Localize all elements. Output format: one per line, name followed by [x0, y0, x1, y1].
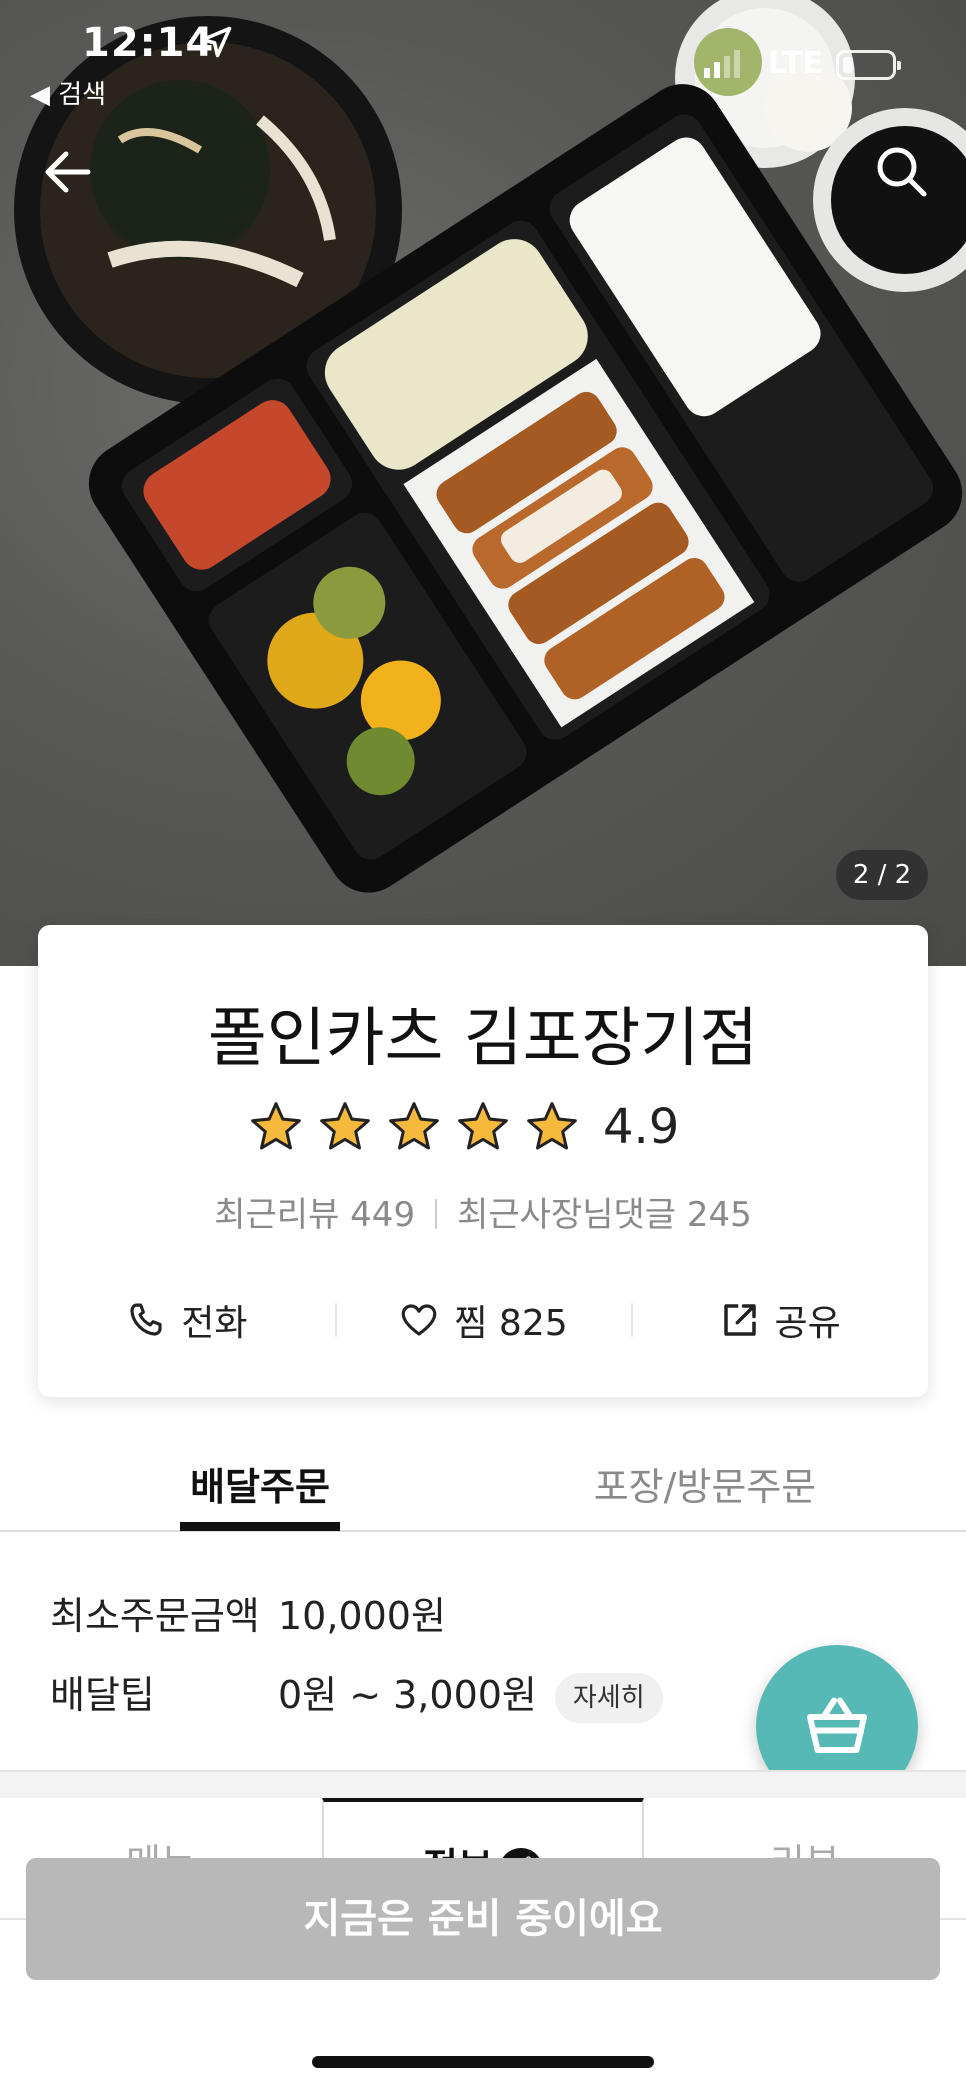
location-arrow-icon [200, 26, 232, 58]
review-meta: 최근리뷰 449 최근사장님댓글 245 [38, 1187, 928, 1236]
call-label: 전화 [181, 1303, 248, 1344]
favorite-button[interactable]: 찜 825 [334, 1285, 632, 1355]
min-order-label: 최소주문금액 [50, 1594, 260, 1638]
store-photo[interactable]: 12:14 ◀ 검색 LTE 2 / 2 [0, 0, 966, 966]
star-icon [458, 1102, 508, 1150]
preparing-status-button[interactable]: 지금은 준비 중이에요 [26, 1858, 940, 1980]
status-bar: 12:14 ◀ 검색 LTE [0, 0, 966, 110]
delivery-tip-row: 배달팁 0원 ~ 3,000원 자세히 [50, 1664, 663, 1723]
share-label: 공유 [774, 1303, 841, 1344]
rating: 4.9 [248, 1097, 679, 1157]
delivery-tip-value: 0원 ~ 3,000원 [278, 1673, 537, 1717]
min-order-row: 최소주문금액 10,000원 [50, 1585, 446, 1640]
status-back-to-search[interactable]: ◀ 검색 [30, 74, 106, 111]
order-type-tabs: 배달주문 포장/방문주문 [0, 1440, 966, 1532]
active-tab-indicator [180, 1522, 340, 1531]
phone-icon [130, 1303, 162, 1336]
star-icon [527, 1102, 577, 1150]
star-icon [320, 1102, 370, 1150]
network-type: LTE [768, 46, 824, 81]
battery-icon [836, 50, 901, 80]
store-actions: 전화 찜 825 공유 [38, 1285, 928, 1355]
owner-replies-link[interactable]: 최근사장님댓글 245 [457, 1195, 752, 1235]
photo-counter: 2 / 2 [836, 850, 928, 900]
basket-icon [807, 1697, 867, 1753]
favorite-label: 찜 825 [454, 1303, 568, 1344]
back-arrow-icon[interactable] [36, 140, 100, 204]
meta-divider [435, 1198, 438, 1229]
home-indicator[interactable] [312, 2056, 654, 2068]
delivery-tip-label: 배달팁 [50, 1673, 155, 1717]
status-time: 12:14 [82, 20, 215, 66]
star-icon [389, 1102, 439, 1150]
rating-score: 4.9 [603, 1099, 680, 1155]
star-icon [251, 1102, 301, 1150]
delivery-tip-detail-button[interactable]: 자세히 [554, 1672, 663, 1723]
recent-reviews-link[interactable]: 최근리뷰 449 [214, 1195, 415, 1235]
signal-icon [704, 50, 740, 78]
food-photo-illustration [14, 0, 966, 893]
heart-icon [402, 1304, 437, 1336]
share-icon [723, 1304, 756, 1336]
share-button[interactable]: 공유 [631, 1285, 928, 1355]
tab-pickup-order[interactable]: 포장/방문주문 [560, 1456, 850, 1511]
min-order-value: 10,000원 [278, 1594, 446, 1638]
tab-delivery-order[interactable]: 배달주문 [180, 1456, 340, 1511]
store-name: 폴인카츠 김포장기점 [207, 1002, 759, 1076]
call-button[interactable]: 전화 [38, 1285, 335, 1355]
section-divider [0, 1770, 966, 1798]
search-icon[interactable] [870, 140, 934, 204]
store-info-card: 폴인카츠 김포장기점 4.9 최근리뷰 449 최근사장님댓글 245 전화 찜 … [38, 925, 928, 1397]
